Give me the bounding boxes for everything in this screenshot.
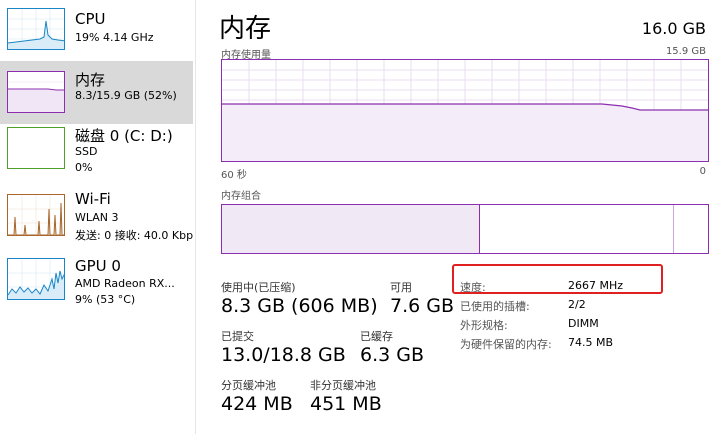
page-title: 内存 [219,14,272,44]
detail-value-slots: 2/2 [568,298,586,311]
time-axis-left: 60 秒 [221,170,247,181]
composition-divider [673,205,674,253]
available-label: 可用 [390,281,412,294]
sidebar-item-sub: 19% 4.14 GHz [75,31,154,44]
sidebar-item-disk[interactable]: 磁盘 0 (C: D:) SSD 0% [0,124,193,187]
detail-label-slots: 已使用的插槽: [460,300,530,313]
memory-graph-icon [7,71,65,113]
sidebar-divider [195,0,196,434]
sidebar-item-title: CPU [75,10,106,28]
sidebar-item-sub: SSD [75,145,98,158]
detail-label-speed: 速度: [460,281,486,294]
usage-graph-max: 15.9 GB [665,46,706,57]
sidebar-item-sub: 8.3/15.9 GB (52%) [75,89,177,102]
detail-label-hardware-reserved: 为硬件保留的内存: [460,338,552,351]
detail-value-hardware-reserved: 74.5 MB [568,336,614,349]
sidebar-item-title: GPU 0 [75,257,121,275]
cpu-graph-icon [7,8,65,50]
sidebar-item-sub2: 发送: 0 接收: 40.0 Kbps [75,229,193,242]
composition-in-use [222,205,479,253]
cached-value: 6.3 GB [360,344,425,366]
sidebar-item-gpu[interactable]: GPU 0 AMD Radeon RX... 9% (53 °C) [0,252,193,315]
committed-value: 13.0/18.8 GB [221,344,346,366]
detail-value-form-factor: DIMM [568,317,599,330]
memory-panel: 内存 16.0 GB 内存使用量 15.9 GB 60 秒 0 内存组合 使用中… [197,0,725,434]
composition-divider [479,205,480,253]
total-memory: 16.0 GB [641,19,706,38]
sidebar-item-cpu[interactable]: CPU 19% 4.14 GHz [0,0,193,63]
disk-graph-icon [7,127,65,169]
network-graph-icon [7,194,65,236]
memory-usage-graph [221,59,709,162]
gpu-graph-icon [7,258,65,300]
available-value: 7.6 GB [390,295,455,317]
nonpaged-pool-value: 451 MB [310,393,382,415]
committed-label: 已提交 [221,330,254,343]
nonpaged-pool-label: 非分页缓冲池 [310,379,376,392]
sidebar-item-sub2: 9% (53 °C) [75,293,136,306]
sidebar-item-title: 磁盘 0 (C: D:) [75,127,173,145]
composition-label: 内存组合 [221,191,261,202]
sidebar-item-title: Wi-Fi [75,190,111,208]
sidebar-item-sub: AMD Radeon RX... [75,277,175,290]
sidebar-item-title: 内存 [75,71,106,89]
detail-label-form-factor: 外形规格: [460,319,508,332]
memory-composition-bar [221,204,709,254]
in-use-label: 使用中(已压缩) [221,281,296,294]
time-axis-right: 0 [699,166,706,177]
in-use-value: 8.3 GB (606 MB) [221,295,378,317]
paged-pool-value: 424 MB [221,393,293,415]
sidebar-item-sub2: 0% [75,161,93,174]
cached-label: 已缓存 [360,330,393,343]
sidebar-item-memory[interactable]: 内存 8.3/15.9 GB (52%) [0,61,193,124]
sidebar: CPU 19% 4.14 GHz 内存 8.3/15.9 GB (52%) 磁盘… [0,0,193,434]
detail-value-speed: 2667 MHz [568,279,624,292]
sidebar-item-wifi[interactable]: Wi-Fi WLAN 3 发送: 0 接收: 40.0 Kbps [0,187,193,250]
paged-pool-label: 分页缓冲池 [221,379,276,392]
sidebar-item-sub: WLAN 3 [75,211,119,224]
